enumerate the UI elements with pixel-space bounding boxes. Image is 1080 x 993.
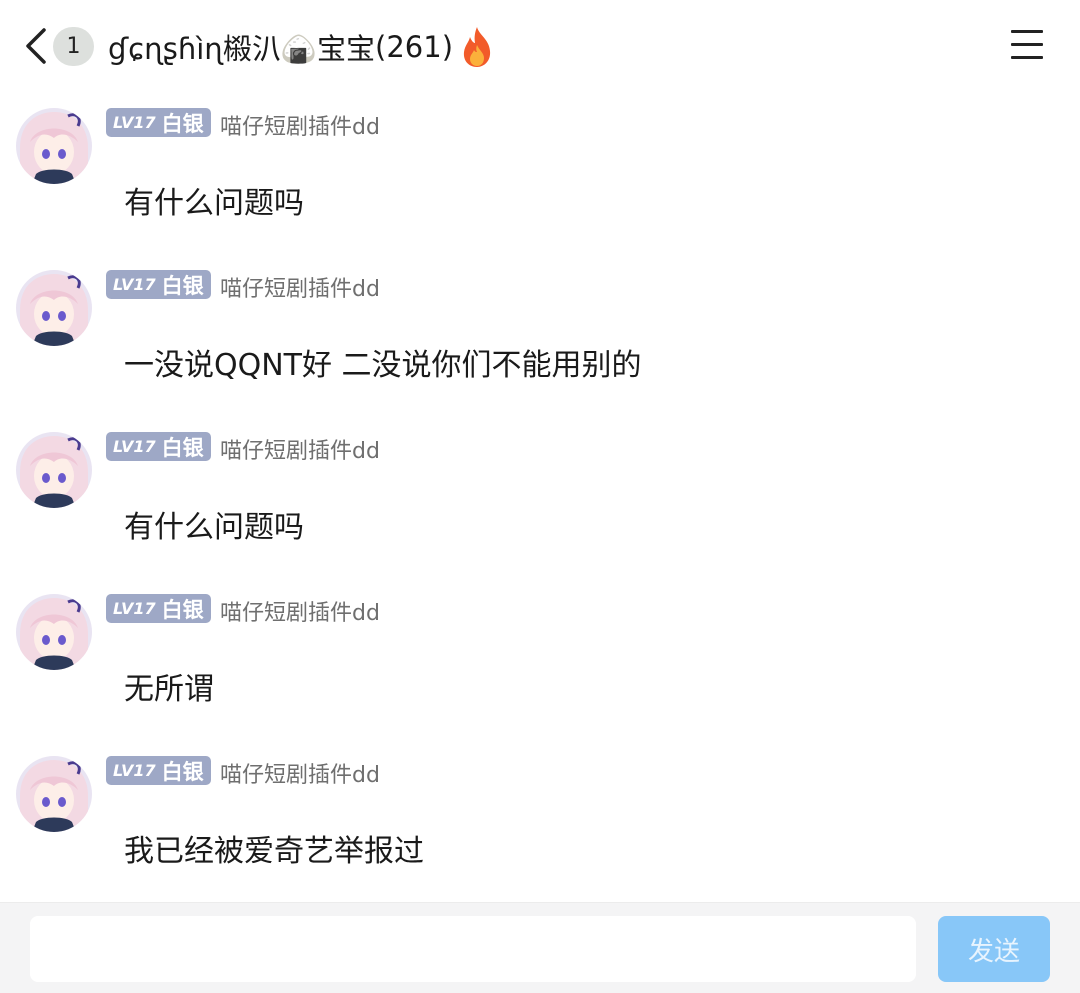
message-item: LV17 白银 喵仔短剧插件dd 我已经被爱奇艺举报过 [0, 742, 1080, 902]
back-button[interactable] [20, 24, 54, 68]
avatar[interactable] [16, 270, 92, 346]
sender-name[interactable]: 喵仔短剧插件dd [220, 433, 380, 465]
input-bar: 发送 [0, 902, 1080, 993]
message-text[interactable]: 我已经被爱奇艺举报过 [124, 826, 424, 870]
message-input[interactable] [30, 916, 916, 982]
avatar[interactable] [16, 108, 92, 184]
avatar[interactable] [16, 432, 92, 508]
menu-icon-bar [1011, 56, 1043, 59]
avatar[interactable] [16, 594, 92, 670]
rank-name: 白银 [161, 759, 204, 784]
avatar[interactable] [16, 756, 92, 832]
anime-avatar-icon [16, 108, 92, 184]
message-item: LV17 白银 喵仔短剧插件dd 无所谓 [0, 580, 1080, 742]
anime-avatar-icon [16, 432, 92, 508]
message-text[interactable]: 无所谓 [124, 664, 214, 708]
message-item: LV17 白银 喵仔短剧插件dd 一没说QQNT好 二没说你们不能用别的 [0, 256, 1080, 418]
level-number: LV17 [113, 599, 156, 618]
level-number: LV17 [113, 761, 156, 780]
message-list[interactable]: LV17 白银 喵仔短剧插件dd 有什么问题吗 LV17 白银 喵仔短剧插件dd… [0, 94, 1080, 902]
level-badge: LV17 白银 [106, 270, 211, 299]
level-badge: LV17 白银 [106, 756, 211, 785]
message-text[interactable]: 有什么问题吗 [124, 502, 304, 546]
level-badge: LV17 白银 [106, 594, 211, 623]
anime-avatar-icon [16, 594, 92, 670]
rank-name: 白银 [161, 597, 204, 622]
chevron-left-icon [26, 28, 46, 64]
message-item: LV17 白银 喵仔短剧插件dd 有什么问题吗 [0, 94, 1080, 256]
message-text[interactable]: 一没说QQNT好 二没说你们不能用别的 [124, 340, 642, 384]
send-button[interactable]: 发送 [938, 916, 1050, 982]
group-title[interactable]: ɠɕɳʂɦìɳ榝汃🍙宝宝 (261) [108, 24, 497, 70]
unread-count-badge[interactable]: 1 [53, 27, 94, 66]
level-number: LV17 [113, 437, 156, 456]
sender-name[interactable]: 喵仔短剧插件dd [220, 757, 380, 789]
level-badge: LV17 白银 [106, 108, 211, 137]
fire-icon [463, 27, 491, 67]
menu-button[interactable] [1010, 30, 1044, 62]
level-number: LV17 [113, 113, 156, 132]
rank-name: 白银 [161, 111, 204, 136]
menu-icon-bar [1011, 30, 1043, 33]
member-count: (261) [375, 30, 454, 64]
message-item: LV17 白银 喵仔短剧插件dd 有什么问题吗 [0, 418, 1080, 580]
message-text[interactable]: 有什么问题吗 [124, 178, 304, 222]
anime-avatar-icon [16, 756, 92, 832]
anime-avatar-icon [16, 270, 92, 346]
chat-window: 1 ɠɕɳʂɦìɳ榝汃🍙宝宝 (261) LV17 白银 喵仔短剧插件dd 有什… [0, 0, 1080, 993]
menu-icon-bar [1011, 43, 1043, 46]
level-number: LV17 [113, 275, 156, 294]
chat-header: 1 ɠɕɳʂɦìɳ榝汃🍙宝宝 (261) [0, 0, 1080, 94]
group-name: ɠɕɳʂɦìɳ榝汃🍙宝宝 [108, 32, 376, 66]
sender-name[interactable]: 喵仔短剧插件dd [220, 109, 380, 141]
sender-name[interactable]: 喵仔短剧插件dd [220, 271, 380, 303]
rank-name: 白银 [161, 273, 204, 298]
level-badge: LV17 白银 [106, 432, 211, 461]
sender-name[interactable]: 喵仔短剧插件dd [220, 595, 380, 627]
rank-name: 白银 [161, 435, 204, 460]
